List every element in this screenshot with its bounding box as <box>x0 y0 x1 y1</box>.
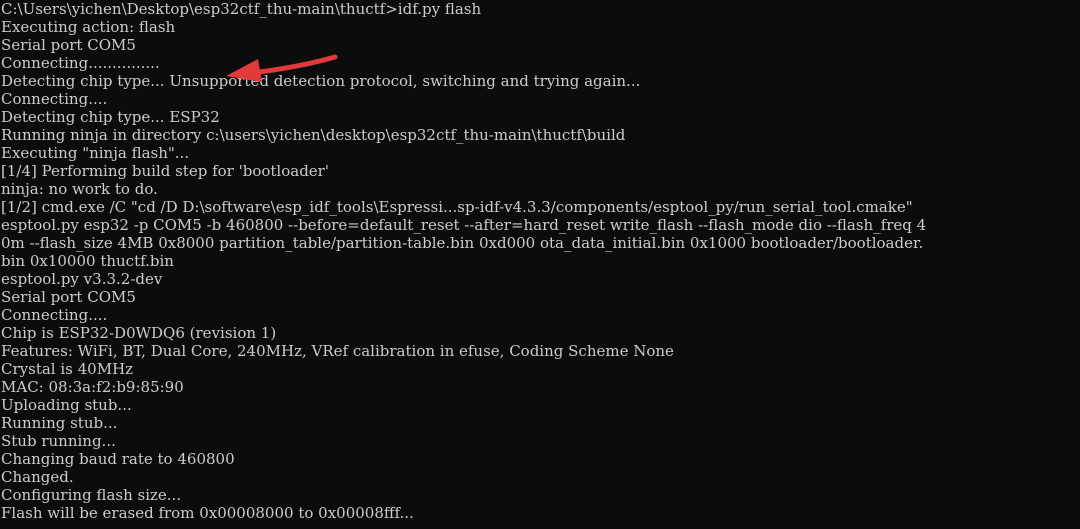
terminal-line: Flash will be erased from 0x00008000 to … <box>1 504 414 522</box>
terminal-window[interactable]: C:\Users\yichen\Desktop\esp32ctf_thu-mai… <box>0 0 1080 529</box>
terminal-line: esptool.py esp32 -p COM5 -b 460800 --bef… <box>1 216 927 234</box>
terminal-line: Running stub... <box>1 414 118 432</box>
terminal-line: Crystal is 40MHz <box>1 360 134 378</box>
terminal-line: Running ninja in directory c:\users\yich… <box>1 126 626 144</box>
terminal-line: [1/4] Performing build step for 'bootloa… <box>1 162 329 180</box>
terminal-line: Executing "ninja flash"... <box>1 144 190 162</box>
terminal-line: Connecting.... <box>1 90 108 108</box>
terminal-line: esptool.py v3.3.2-dev <box>1 270 163 288</box>
terminal-line: Connecting............... <box>1 54 160 72</box>
terminal-line: Changed. <box>1 468 74 486</box>
terminal-line: Stub running... <box>1 432 116 450</box>
terminal-line: Connecting.... <box>1 306 108 324</box>
terminal-line: ninja: no work to do. <box>1 180 158 198</box>
terminal-output: C:\Users\yichen\Desktop\esp32ctf_thu-mai… <box>1 0 926 522</box>
terminal-line: Uploading stub... <box>1 396 132 414</box>
terminal-line: Serial port COM5 <box>1 288 136 306</box>
terminal-line: 0m --flash_size 4MB 0x8000 partition_tab… <box>1 234 924 252</box>
terminal-line: Chip is ESP32-D0WDQ6 (revision 1) <box>1 324 277 342</box>
terminal-line: [1/2] cmd.exe /C "cd /D D:\software\esp_… <box>1 198 913 216</box>
terminal-line: Changing baud rate to 460800 <box>1 450 235 468</box>
terminal-line: bin 0x10000 thuctf.bin <box>1 252 174 270</box>
terminal-line: Executing action: flash <box>1 18 176 36</box>
terminal-line: C:\Users\yichen\Desktop\esp32ctf_thu-mai… <box>1 0 482 18</box>
terminal-line: Configuring flash size... <box>1 486 182 504</box>
terminal-line: Detecting chip type... ESP32 <box>1 108 220 126</box>
terminal-line: Features: WiFi, BT, Dual Core, 240MHz, V… <box>1 342 674 360</box>
terminal-line: Detecting chip type... Unsupported detec… <box>1 72 641 90</box>
terminal-line: MAC: 08:3a:f2:b9:85:90 <box>1 378 184 396</box>
terminal-line: Serial port COM5 <box>1 36 136 54</box>
